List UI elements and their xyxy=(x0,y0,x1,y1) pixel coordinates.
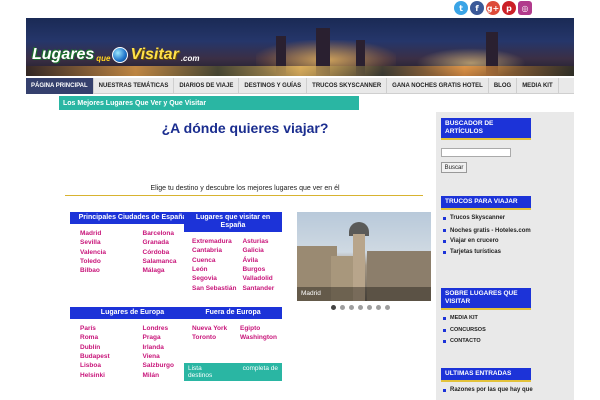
destination-link[interactable]: Dublín xyxy=(80,343,133,352)
google-plus-icon[interactable]: g+ xyxy=(486,1,500,15)
destination-link[interactable]: Segovia xyxy=(192,274,236,283)
nav-item-trucos-skyscanner[interactable]: TRUCOS SKYSCANNER xyxy=(307,78,388,94)
destination-link[interactable]: Madrid xyxy=(80,229,133,238)
logo-text-que: que xyxy=(96,54,111,63)
box-ciudades-espana: Principales Ciudades de España Madrid Se… xyxy=(70,212,195,276)
destination-link[interactable]: Galicia xyxy=(242,246,282,255)
nav-item-blog[interactable]: BLOG xyxy=(489,78,518,94)
widget-search: BUSCADOR DE ARTÍCULOS Buscar xyxy=(441,118,569,174)
search-button[interactable]: Buscar xyxy=(441,162,467,174)
destination-link[interactable]: Burgos xyxy=(242,265,282,274)
nav-item-pagina-principal[interactable]: PÁGINA PRINCIPAL xyxy=(26,78,94,94)
page-headline: ¿A dónde quieres viajar? xyxy=(161,120,329,136)
destination-link[interactable]: Cuenca xyxy=(192,256,236,265)
widget-title: BUSCADOR DE ARTÍCULOS xyxy=(441,118,531,141)
destination-link[interactable]: Sevilla xyxy=(80,238,133,247)
destination-link[interactable]: Toronto xyxy=(192,333,234,342)
sidebar-link[interactable]: CONCURSOS xyxy=(441,325,569,337)
widget-trucos: TRUCOS PARA VIAJAR Trucos Skyscanner Noc… xyxy=(441,196,569,259)
banner-street-lights xyxy=(26,66,574,76)
sidebar-link[interactable]: Razones por las que hay que xyxy=(441,385,569,397)
box-title: Fuera de Europa xyxy=(184,307,282,320)
destination-link[interactable]: Egipto xyxy=(240,324,282,333)
slider-dot[interactable] xyxy=(340,305,345,310)
image-slider[interactable]: Madrid xyxy=(297,212,431,301)
nav-item-nuestras-tematicas[interactable]: NUESTRAS TEMÁTICAS xyxy=(94,78,175,94)
site-logo[interactable]: Lugares que Visitar .com xyxy=(32,46,199,64)
destination-link[interactable]: Asturias xyxy=(242,237,282,246)
sidebar-link[interactable]: Viajar en crucero xyxy=(441,236,569,248)
slider-dot[interactable] xyxy=(385,305,390,310)
destination-link[interactable]: Nueva York xyxy=(192,324,234,333)
list-button-text-c: destinos xyxy=(188,372,213,379)
nav-item-diarios-de-viaje[interactable]: DIARIOS DE VIAJE xyxy=(174,78,240,94)
destination-link[interactable]: Cantabria xyxy=(192,246,236,255)
logo-text-visitar: Visitar xyxy=(130,46,179,63)
destination-link[interactable]: Roma xyxy=(80,333,133,342)
sidebar: BUSCADOR DE ARTÍCULOS Buscar TRUCOS PARA… xyxy=(436,112,574,400)
instagram-icon[interactable]: ◎ xyxy=(518,1,532,15)
box-visitar-espana: Lugares que visitar en España Extremadur… xyxy=(184,212,282,293)
destination-link[interactable]: León xyxy=(192,265,236,274)
destination-link[interactable]: Extremadura xyxy=(192,237,236,246)
box-fuera-europa: Fuera de Europa Nueva York Toronto Egipt… xyxy=(184,307,282,343)
twitter-icon[interactable]: t xyxy=(454,1,468,15)
nav-item-noches-gratis[interactable]: GANA NOCHES GRATIS HOTEL xyxy=(387,78,489,94)
destination-link[interactable]: Budapest xyxy=(80,352,133,361)
section-title: Los Mejores Lugares Que Ver y Que Visita… xyxy=(59,96,359,110)
destination-link[interactable]: Viena xyxy=(143,352,196,361)
widget-title: TRUCOS PARA VIAJAR xyxy=(441,196,531,211)
box-lugares-europa: Lugares de Europa París Roma Dublín Buda… xyxy=(70,307,195,380)
list-button-text-a: Lista xyxy=(188,365,202,372)
slider-dot[interactable] xyxy=(358,305,363,310)
box-title: Lugares que visitar en España xyxy=(184,212,282,233)
social-links: t f g+ p ◎ xyxy=(454,1,532,15)
destination-link[interactable]: Valladolid xyxy=(242,274,282,283)
header-banner: Lugares que Visitar .com xyxy=(26,18,574,76)
nav-item-destinos-y-guias[interactable]: DESTINOS Y GUÍAS xyxy=(239,78,308,94)
destination-link[interactable]: San Sebastián xyxy=(192,284,236,293)
facebook-icon[interactable]: f xyxy=(470,1,484,15)
destination-link[interactable]: Helsinki xyxy=(80,371,133,380)
box-title: Principales Ciudades de España xyxy=(70,212,195,225)
full-destinations-list-button[interactable]: Lista completa de destinos xyxy=(184,363,282,381)
slider-dot[interactable] xyxy=(349,305,354,310)
nav-item-media-kit[interactable]: MEDIA KIT xyxy=(517,78,559,94)
destination-link[interactable]: Lisboa xyxy=(80,361,133,370)
logo-text-lugares: Lugares xyxy=(32,46,95,63)
destination-link[interactable]: Valencia xyxy=(80,248,133,257)
page-subline: Elige tu destino y descubre los mejores … xyxy=(150,185,340,192)
widget-ultimas: ULTIMAS ENTRADAS Razones por las que hay… xyxy=(441,368,569,397)
slider-caption: Madrid xyxy=(297,287,431,301)
destination-link[interactable]: París xyxy=(80,324,133,333)
slider-dots xyxy=(331,305,390,310)
list-button-text-b: completa de xyxy=(242,365,278,372)
destination-link[interactable]: Ávila xyxy=(242,256,282,265)
widget-sobre: SOBRE LUGARES QUE VISITAR MEDIA KIT CONC… xyxy=(441,288,569,348)
sidebar-link[interactable]: MEDIA KIT xyxy=(441,313,569,325)
destination-link[interactable]: Irlanda xyxy=(143,343,196,352)
sidebar-link[interactable]: CONTACTO xyxy=(441,336,569,348)
sidebar-link[interactable]: Noches gratis - Hoteles.com xyxy=(441,225,569,236)
slider-dot[interactable] xyxy=(331,305,336,310)
search-input[interactable] xyxy=(441,148,511,158)
box-title: Lugares de Europa xyxy=(70,307,195,320)
main-nav: PÁGINA PRINCIPAL NUESTRAS TEMÁTICAS DIAR… xyxy=(26,78,574,94)
divider xyxy=(65,195,423,196)
pinterest-icon[interactable]: p xyxy=(502,1,516,15)
destination-link[interactable]: Bilbao xyxy=(80,266,133,275)
sidebar-link[interactable]: Trucos Skyscanner xyxy=(441,213,569,225)
widget-title: ULTIMAS ENTRADAS xyxy=(441,368,531,383)
destination-link[interactable]: Toledo xyxy=(80,257,133,266)
logo-text-com: .com xyxy=(180,54,200,63)
destination-link[interactable]: Santander xyxy=(242,284,282,293)
slider-dot[interactable] xyxy=(376,305,381,310)
widget-title: SOBRE LUGARES QUE VISITAR xyxy=(441,288,531,311)
destination-link[interactable]: Washington xyxy=(240,333,282,342)
globe-icon xyxy=(112,47,129,63)
slider-dot[interactable] xyxy=(367,305,372,310)
sidebar-link[interactable]: Tarjetas turísticas xyxy=(441,247,569,259)
